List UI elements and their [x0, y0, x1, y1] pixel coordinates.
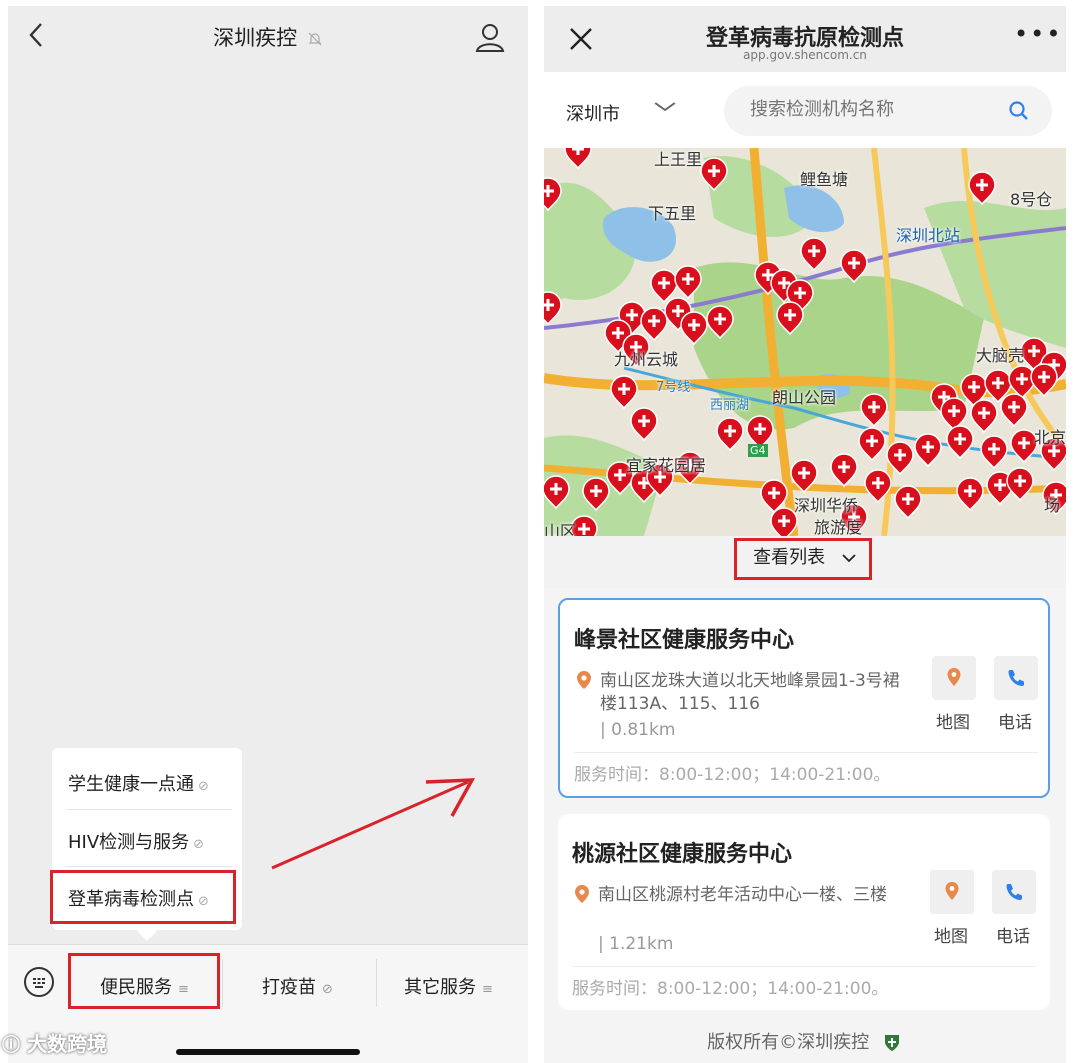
testing-site-card[interactable]: 桃源社区健康服务中心 南山区桃源村老年活动中心一楼、三楼 | 1.21km 地图… — [558, 814, 1050, 1010]
phone-icon — [1006, 884, 1022, 900]
watermark-logo-icon: ⓘ — [2, 1035, 20, 1056]
list-toggle-bar: 查看列表 — [544, 536, 1066, 588]
link-icon: ⊘ — [198, 779, 209, 794]
link-icon: ⊘ — [322, 982, 333, 997]
site-name: 桃源社区健康服务中心 — [572, 842, 793, 867]
service-hours: 服务时间：8:00-12:00；14:00-21:00。 — [574, 765, 891, 785]
keyboard-toggle-button[interactable] — [24, 967, 54, 997]
tab-other-services[interactable]: 其它服务 ≡ — [404, 973, 493, 999]
service-hours: 服务时间：8:00-12:00；14:00-21:00。 — [572, 979, 889, 999]
account-name: 深圳疾控 — [213, 26, 298, 50]
map-label: 深圳北站 — [896, 226, 961, 245]
bell-slash-icon — [308, 32, 322, 46]
chevron-down-icon[interactable] — [652, 94, 677, 118]
phone-label: 电话 — [998, 713, 1032, 733]
location-pin-icon — [577, 671, 591, 689]
map-label: 九州云城 — [614, 350, 679, 369]
dengue-testing-webview: 登革病毒抗原检测点 app.gov.shencom.cn ••• 深圳市 搜索检… — [544, 6, 1066, 1063]
map-label: 朗山公园 — [772, 388, 837, 407]
testing-site-card[interactable]: 峰景社区健康服务中心 南山区龙珠大道以北天地峰景园1-3号裙楼113A、115、… — [558, 598, 1050, 798]
annotation-arrow — [271, 778, 476, 870]
webview-header: 登革病毒抗原检测点 app.gov.shencom.cn ••• — [544, 6, 1066, 72]
search-icon[interactable] — [1008, 100, 1030, 122]
map-label: 旅游度 — [814, 518, 863, 536]
map-label: 8号仓 — [1010, 190, 1053, 209]
card-divider — [572, 966, 1036, 967]
menu-icon: ≡ — [482, 982, 493, 997]
map-label: 大脑壳 — [976, 346, 1025, 365]
site-distance: | 0.81km — [600, 720, 676, 740]
search-input[interactable] — [748, 98, 992, 121]
map-pin-icon — [947, 668, 961, 686]
map-label: 西丽湖 — [710, 398, 750, 413]
search-box[interactable] — [724, 86, 1052, 136]
highlight-box-services — [68, 953, 220, 1009]
wechat-official-account-screen: 深圳疾控 学生健康一点通 ⊘ HIV检测与服务 ⊘ 登革病毒检测点 ⊘ 便民服务 ≡ 打… — [8, 6, 528, 1063]
phone-icon — [1008, 670, 1024, 686]
location-pin-icon — [575, 885, 589, 903]
map-label: 鲤鱼塘 — [800, 170, 849, 189]
site-distance: | 1.21km — [598, 934, 674, 954]
page-title: 深圳疾控 — [8, 22, 528, 52]
map-label: 下五里 — [648, 204, 697, 223]
map-label: 地图 — [936, 713, 970, 733]
user-icon — [475, 24, 505, 52]
copyright-footer: 版权所有©深圳疾控 — [544, 1028, 1066, 1054]
tab-separator — [222, 959, 223, 1007]
map-label: 地图 — [934, 927, 968, 947]
map-label: 7号线 — [656, 380, 691, 395]
home-indicator — [176, 1049, 360, 1055]
menu-divider — [66, 809, 232, 810]
search-row: 深圳市 — [544, 72, 1066, 148]
more-icon: ••• — [1014, 20, 1063, 48]
menu-item-hiv-testing[interactable]: HIV检测与服务 ⊘ — [68, 828, 204, 854]
more-options-button[interactable]: ••• — [1014, 20, 1062, 48]
map-navigate-button[interactable] — [932, 656, 976, 700]
profile-button[interactable] — [474, 22, 506, 58]
phone-label: 电话 — [996, 927, 1030, 947]
map-label: 上王里 — [654, 150, 703, 169]
tab-separator — [376, 959, 377, 1007]
watermark: ⓘ 大数跨境 — [2, 1032, 107, 1056]
link-icon: ⊘ — [193, 837, 205, 852]
city-selector[interactable]: 深圳市 — [566, 100, 620, 126]
page-url: app.gov.shencom.cn — [743, 48, 867, 62]
menu-item-student-health[interactable]: 学生健康一点通 ⊘ — [68, 770, 209, 796]
tab-vaccination[interactable]: 打疫苗 ⊘ — [262, 973, 333, 999]
keyboard-icon — [33, 978, 45, 988]
menu-divider — [66, 866, 232, 867]
card-divider — [574, 752, 1038, 753]
phone-call-button[interactable] — [994, 656, 1038, 700]
highlight-box-view-list — [734, 538, 872, 580]
map-label: 北京 — [1034, 428, 1066, 447]
site-address: 南山区桃源村老年活动中心一楼、三楼 — [598, 885, 887, 905]
map-label: 山区 — [544, 522, 577, 536]
highlight-box-dengue — [50, 870, 236, 924]
map-label: 深圳华侨 — [794, 496, 859, 515]
map-label: G4 — [748, 444, 768, 457]
map-label: 场 — [1044, 496, 1061, 515]
site-name: 峰景社区健康服务中心 — [574, 628, 795, 653]
site-address: 南山区龙珠大道以北天地峰景园1-3号裙楼113A、115、116 — [600, 671, 900, 714]
phone-call-button[interactable] — [992, 870, 1036, 914]
map-pin-icon — [945, 882, 959, 900]
map-navigate-button[interactable] — [930, 870, 974, 914]
map-view[interactable]: 上王里 鲤鱼塘 8号仓 下五里 深圳北站 大脑壳 九州云城 7号线 西丽湖 朗山… — [544, 148, 1066, 536]
map-label: 宜家花园居 — [626, 456, 707, 475]
cdc-logo-icon — [884, 1035, 899, 1051]
